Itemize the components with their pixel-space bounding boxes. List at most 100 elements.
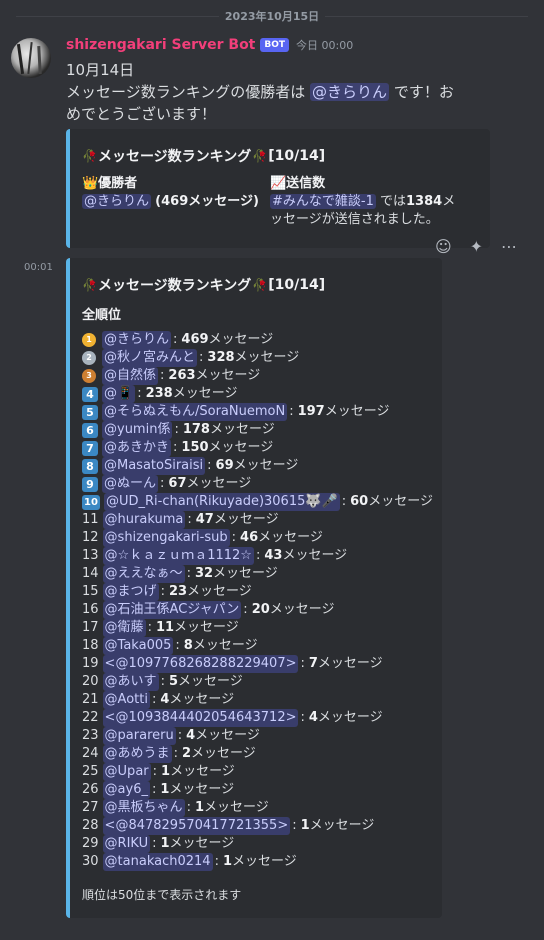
rank-row: 17 @衛藤:11 メッセージ [82,619,442,637]
rank-row: 15 @まつげ:23 メッセージ [82,583,442,601]
keycap-rank: 6 [82,422,98,438]
user-mention[interactable]: @ぬーん [102,475,159,493]
message-count: 1 [194,800,204,815]
rank-number: 20 [82,674,99,689]
user-mention[interactable]: @自然係 [102,367,159,385]
separator: : [207,458,212,473]
username[interactable]: shizengakari Server Bot [66,37,255,53]
message-count: 67 [168,476,187,491]
channel-mention[interactable]: #みんなで雑談-1 [270,194,376,209]
count-unit: メッセージ [258,530,323,545]
message-count: 1 [222,854,232,869]
user-mention[interactable]: @shizengakari-sub [102,529,230,547]
gold-medal-icon: 1 [82,333,96,347]
user-mention[interactable]: @あめうま [102,745,172,763]
rank-row: 13 @☆ｋａｚｕｍａ1112☆:43 メッセージ [82,547,442,565]
user-mention[interactable]: @parareru [102,727,176,745]
user-mention[interactable]: @📱 [102,385,136,403]
message-count: 238 [145,386,173,401]
user-mention[interactable]: <@847829570417721355> [102,817,291,835]
user-mention[interactable]: @黒板ちゃん [102,799,185,817]
separator: : [151,692,157,707]
user-mention[interactable]: <@1097768268288229407> [102,655,299,673]
add-super-reaction-icon[interactable]: ✦ [470,237,483,256]
user-mention[interactable]: @ay6_ [102,781,150,799]
count-unit: メッセージ [170,764,235,779]
keycap-rank: 5 [82,404,98,420]
bronze-medal-icon: 3 [82,369,96,383]
user-mention[interactable]: @そらぬえもん/SoraNuemoN [102,403,288,421]
all-ranks-label: 全順位 [82,308,122,323]
rank-row: 9 @ぬーん:67 メッセージ [82,475,442,493]
user-mention[interactable]: @衛藤 [102,619,146,637]
avatar[interactable] [11,38,51,78]
count-unit: メッセージ [309,818,375,833]
count-unit: メッセージ [169,836,235,851]
separator: : [289,404,294,419]
add-reaction-icon[interactable]: ☺ [435,237,452,256]
count-unit: メッセージ [368,494,433,509]
user-mention[interactable]: @あきかき [102,439,172,457]
count-unit: メッセージ [233,458,299,473]
separator: : [243,602,248,617]
winner-mention[interactable]: @きらりん [310,83,390,101]
user-mention[interactable]: @秋ノ宮みんと [102,349,198,367]
winner-count: (469メッセージ) [155,194,259,209]
user-mention[interactable]: @UD_Ri-chan(Rikuyade)30615🐺🎤 [104,493,340,511]
rank-number: 29 [82,836,99,851]
user-mention[interactable]: <@1093844402054643712> [102,709,299,727]
user-mention[interactable]: @Aotti [102,691,150,709]
message-line1: 10月14日 [66,61,135,79]
message-count: 150 [181,440,209,455]
rank-row: 8 @MasatoSiraisi:69 メッセージ [82,457,442,475]
message-content: 10月14日 メッセージ数ランキングの優勝者は @きらりん です！お めでとうご… [66,59,506,125]
sent-suffix: メ [442,194,456,209]
rank-number: 25 [82,764,99,779]
user-mention[interactable]: @tanakach0214 [102,853,213,871]
message-timestamp[interactable]: 今日 00:00 [296,37,353,53]
user-mention[interactable]: @☆ｋａｚｕｍａ1112☆ [102,547,254,565]
more-icon[interactable]: ⋯ [501,237,517,256]
message-count: 69 [215,458,234,473]
winner-label: 👑優勝者 [82,176,138,191]
rank-number: 19 [82,656,99,671]
user-mention[interactable]: @Upar [102,763,151,781]
separator: : [292,818,297,833]
count-unit: メッセージ [234,350,300,365]
rank-row: 5 @そらぬえもん/SoraNuemoN:197 メッセージ [82,403,442,421]
message-count: 263 [168,368,196,383]
count-unit: メッセージ [208,440,274,455]
user-mention[interactable]: @あいす [102,673,159,691]
user-mention[interactable]: @ええなぁ〜 [102,565,185,583]
rank-row: 18 @Taka005:8 メッセージ [82,637,442,655]
count-unit: メッセージ [195,368,261,383]
message-time[interactable]: 00:01 [24,262,53,273]
count-unit: メッセージ [317,710,383,725]
user-mention[interactable]: @Taka005 [102,637,174,655]
message-count: 2 [181,746,191,761]
user-mention[interactable]: @hurakuma [102,511,186,529]
message-header: shizengakari Server Bot BOT 今日 00:00 [66,37,353,53]
rank-number: 17 [82,620,99,635]
count-unit: メッセージ [187,584,252,599]
rank-row: 26 @ay6_:1 メッセージ [82,781,442,799]
separator: : [173,440,178,455]
count-unit: メッセージ [317,656,383,671]
user-mention[interactable]: @きらりん [102,331,172,349]
winner-mention[interactable]: @きらりん [82,194,152,209]
message-count: 8 [183,638,193,653]
rank-row: 20 @あいす:5 メッセージ [82,673,442,691]
user-mention[interactable]: @yumin係 [102,421,173,439]
sent-suffix-line2: ッセージが送信されました。 [270,212,439,227]
embed-title-suffix: [10/14] [268,277,326,293]
message-count: 1 [160,836,170,851]
rank-number: 30 [82,854,99,869]
sent-prefix: では [380,194,407,209]
user-mention[interactable]: @まつげ [102,583,159,601]
message-count: 7 [308,656,318,671]
user-mention[interactable]: @RIKU [102,835,151,853]
user-mention[interactable]: @石油王係ACジャパン [102,601,242,619]
count-unit: メッセージ [324,404,390,419]
user-mention[interactable]: @MasatoSiraisi [102,457,206,475]
rose-icon: 🥀 [252,149,268,163]
